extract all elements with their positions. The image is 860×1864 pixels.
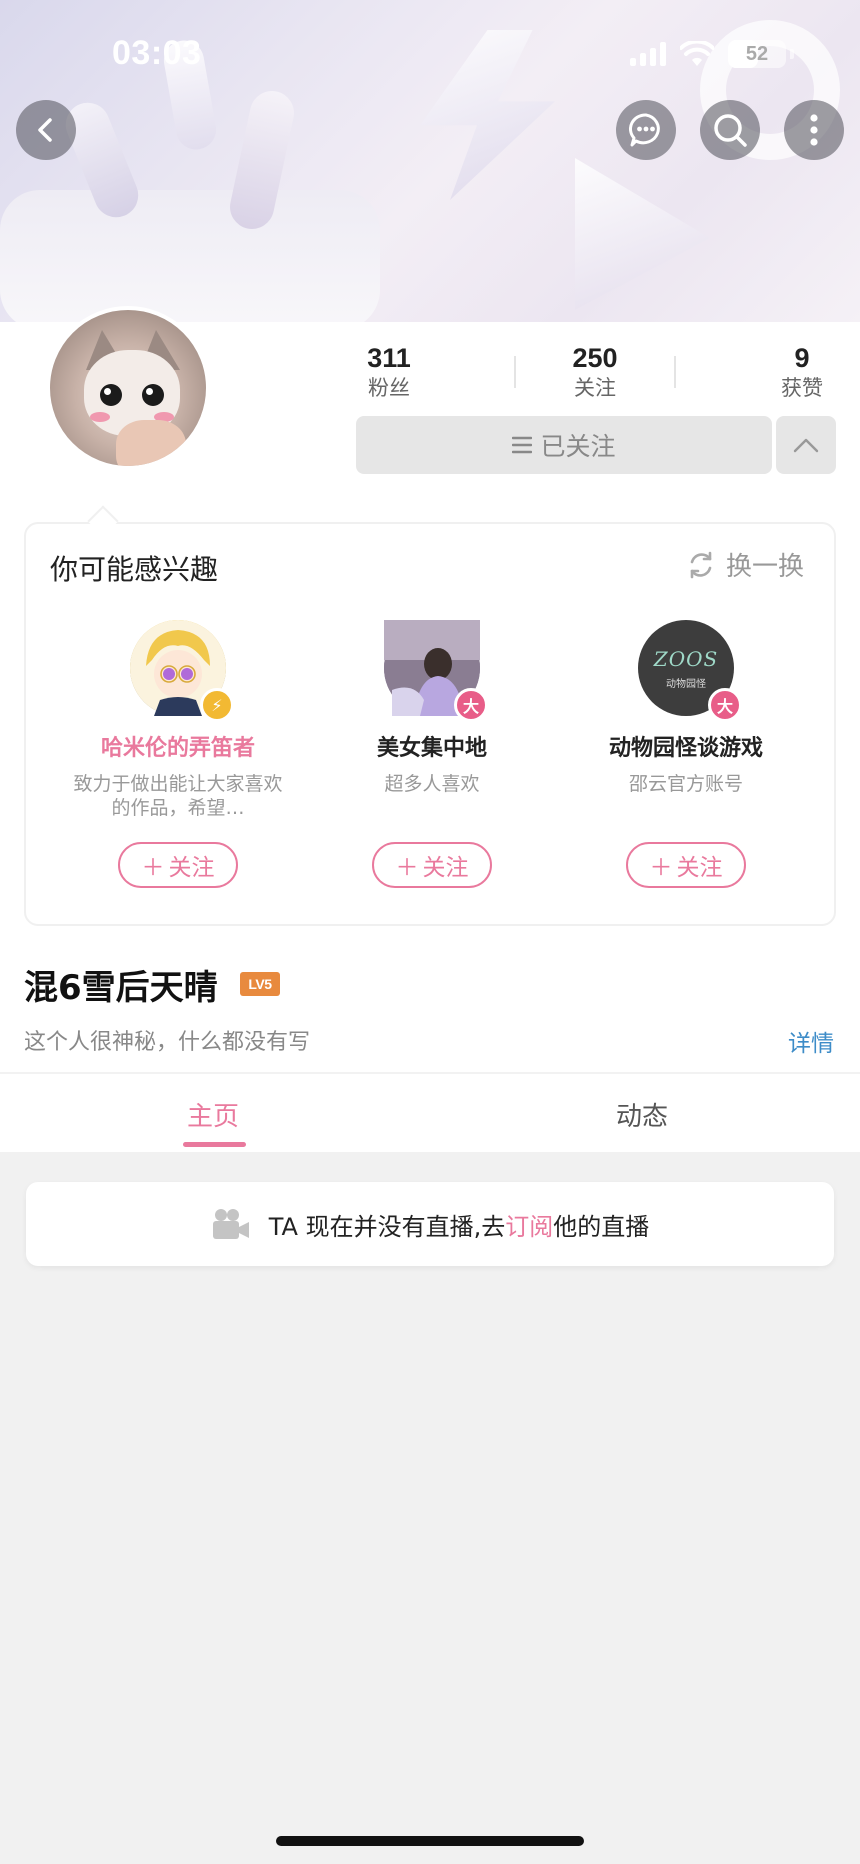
recommended-user-avatar[interactable]: ZOOS 动物园怪 大 — [638, 620, 742, 722]
recommendations-card: 你可能感兴趣 换一换 ⚡ 哈米伦的弄笛者 致力于做出能让大家喜欢的作品，希望… … — [24, 522, 836, 926]
refresh-icon — [690, 551, 712, 578]
likes-label: 获赞 — [781, 376, 823, 400]
subscribe-link[interactable]: 订阅 — [505, 1213, 553, 1241]
home-indicator[interactable] — [276, 1836, 584, 1846]
divider — [674, 356, 676, 388]
status-icons: 52 — [630, 40, 794, 68]
status-time: 03:03 — [112, 34, 202, 72]
recommendation-item[interactable]: ⚡ 哈米伦的弄笛者 致力于做出能让大家喜欢的作品，希望… ＋ 关注 — [58, 620, 298, 888]
follow-button[interactable]: ＋ 关注 — [118, 842, 238, 888]
recommended-user-desc: 邵云官方账号 — [628, 773, 743, 795]
recommendations-title: 你可能感兴趣 — [50, 553, 219, 586]
recommended-user-name[interactable]: 美女集中地 — [312, 734, 552, 764]
plus-icon: ＋ — [395, 855, 419, 881]
search-button[interactable] — [700, 100, 760, 160]
recommended-user-name[interactable]: 动物园怪谈游戏 — [566, 734, 806, 764]
plus-icon: ＋ — [649, 855, 673, 881]
recommended-user-avatar[interactable]: ⚡ — [130, 620, 234, 722]
followed-label: 已关注 — [540, 432, 616, 461]
follow-button[interactable]: ＋ 关注 — [626, 842, 746, 888]
bio: 这个人很神秘，什么都没有写 — [24, 1030, 311, 1055]
plus-icon: ＋ — [141, 855, 165, 881]
detail-link[interactable]: 详情 — [788, 1024, 834, 1058]
battery-icon: 52 — [728, 40, 786, 68]
chat-button[interactable] — [616, 100, 676, 160]
username: 混6雪后天晴 — [24, 968, 218, 1008]
profile-tabs: 主页 动态 — [0, 1072, 860, 1152]
tab-activity[interactable]: 动态 — [616, 1096, 668, 1133]
live-notice-text: TA 现在并没有直播,去订阅他的直播 — [268, 1212, 650, 1241]
signal-icon — [630, 42, 666, 66]
avatar-logo-subtext: 动物园怪 — [666, 678, 706, 690]
wifi-icon — [680, 41, 714, 66]
chevron-up-icon — [793, 438, 819, 453]
fans-count: 311 — [367, 343, 411, 373]
tab-home[interactable]: 主页 — [187, 1096, 239, 1133]
level-badge: LV5 — [240, 972, 280, 996]
recommended-user-avatar[interactable]: 大 — [384, 620, 488, 722]
banner-decoration — [420, 30, 555, 200]
video-camera-icon — [212, 1209, 249, 1239]
follow-button[interactable]: ＋ 关注 — [372, 842, 492, 888]
following-label: 关注 — [574, 376, 616, 400]
recommended-user-desc: 超多人喜欢 — [384, 773, 480, 795]
banner-decoration — [0, 190, 380, 322]
following-count: 250 — [572, 343, 618, 373]
avatar-logo-text: ZOOS — [653, 646, 719, 671]
back-icon — [38, 118, 52, 142]
expand-recommendations-button[interactable] — [776, 416, 836, 474]
likes-stat[interactable]: 9 获赞 — [774, 342, 830, 402]
chat-icon — [629, 113, 660, 147]
fans-stat[interactable]: 311 粉丝 — [350, 342, 428, 402]
fans-label: 粉丝 — [368, 376, 410, 400]
divider — [514, 356, 516, 388]
refresh-label: 换一换 — [725, 552, 804, 582]
profile-banner: 03:03 52 — [0, 0, 860, 322]
battery-cap — [790, 49, 794, 59]
likes-count: 9 — [794, 343, 810, 373]
banner-decoration — [575, 158, 710, 310]
back-button[interactable] — [16, 100, 76, 160]
live-notice: TA 现在并没有直播,去订阅他的直播 — [26, 1182, 834, 1266]
recommendation-item[interactable]: 大 美女集中地 超多人喜欢 ＋ 关注 — [312, 620, 552, 888]
following-stat[interactable]: 250 关注 — [556, 342, 634, 402]
refresh-button[interactable]: 换一换 — [686, 546, 804, 583]
battery-level: 52 — [745, 42, 769, 65]
more-button[interactable] — [784, 100, 844, 160]
recommended-user-desc: 致力于做出能让大家喜欢的作品，希望… — [73, 773, 283, 819]
more-icon — [810, 114, 818, 146]
lightning-badge-icon: ⚡ — [200, 688, 234, 722]
recommendation-item[interactable]: ZOOS 动物园怪 大 动物园怪谈游戏 邵云官方账号 ＋ 关注 — [566, 620, 806, 888]
verified-badge-icon: 大 — [708, 688, 742, 722]
profile-stats: 311 粉丝 250 关注 9 获赞 — [350, 342, 830, 404]
verified-badge-icon: 大 — [454, 688, 488, 722]
menu-icon — [512, 436, 533, 454]
followed-button[interactable]: 已关注 — [356, 416, 772, 474]
active-tab-indicator — [183, 1142, 246, 1147]
follow-label: 关注 — [676, 855, 723, 881]
avatar[interactable] — [46, 306, 210, 470]
search-icon — [714, 114, 747, 147]
follow-label: 关注 — [422, 855, 469, 881]
follow-label: 关注 — [168, 855, 215, 881]
recommended-user-name[interactable]: 哈米伦的弄笛者 — [58, 734, 298, 764]
